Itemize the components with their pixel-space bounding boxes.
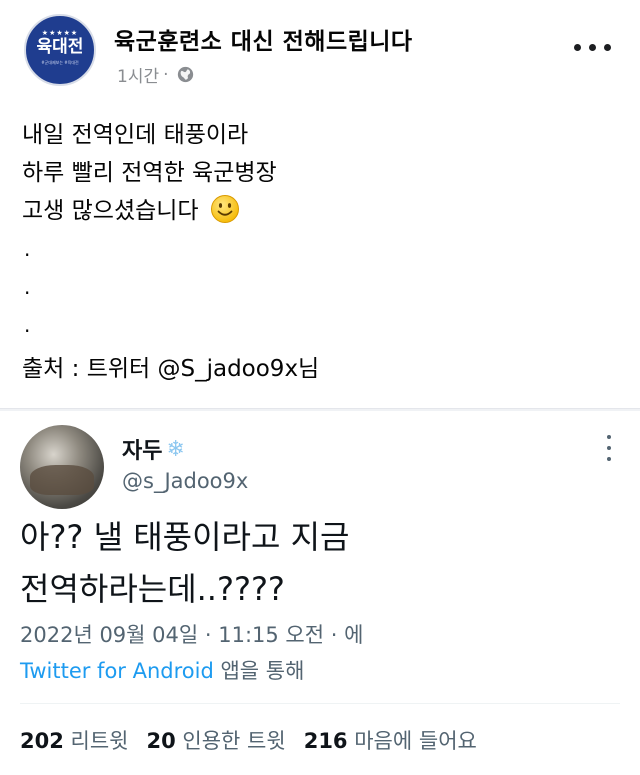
meta-separator: ·: [163, 64, 169, 85]
tweet-source: Twitter for Android 앱을 통해: [20, 655, 304, 685]
tweet-text-line: 아?? 낼 태풍이라고 지금: [20, 518, 350, 556]
tweet-more-icon[interactable]: [606, 435, 612, 461]
post-body-line-with-emoji: 고생 많으셨습니다: [22, 192, 622, 230]
smile-emoji-icon: [210, 195, 239, 223]
embedded-tweet[interactable]: 자두 ❄ @s_Jadoo9x 아?? 낼 태풍이라고 지금 전역하라는데..?…: [0, 408, 640, 775]
more-dot: [607, 446, 611, 450]
tweet-text-line: 전역하라는데..????: [20, 570, 285, 608]
likes-stat[interactable]: 216 마음에 들어요: [304, 725, 477, 755]
more-dot: [589, 43, 596, 51]
likes-count: 216: [303, 729, 348, 753]
tweet-avatar[interactable]: [20, 425, 104, 509]
page-avatar[interactable]: ★★★★★ 육대전 #군대제보는 #육대전: [24, 14, 96, 86]
dot-spacer: .: [24, 275, 31, 299]
post-body-line: 하루 빨리 전역한 육군병장: [22, 160, 277, 186]
retweet-label: 리트윗: [70, 729, 129, 753]
dot-spacer: .: [24, 313, 31, 337]
quote-label: 인용한 트윗: [182, 729, 286, 753]
more-dot: [604, 43, 611, 51]
tweet-display-name[interactable]: 자두 ❄: [122, 433, 185, 465]
post-header: ★★★★★ 육대전 #군대제보는 #육대전 육군훈련소 대신 전해드립니다 1시…: [0, 0, 640, 100]
more-dot: [574, 43, 581, 51]
quote-count: 20: [146, 729, 176, 753]
tweet-timestamp[interactable]: 2022년 09월 04일 · 11:15 오전 · 에: [20, 619, 363, 649]
tweet-content: 자두 ❄ @s_Jadoo9x 아?? 낼 태풍이라고 지금 전역하라는데..?…: [0, 411, 640, 775]
tweet-text: 아?? 낼 태풍이라고 지금 전역하라는데..????: [20, 511, 620, 615]
post-time[interactable]: 1시간: [117, 62, 159, 87]
likes-label: 마음에 들어요: [354, 729, 477, 753]
retweet-count: 202: [20, 729, 64, 753]
tweet-source-link[interactable]: Twitter for Android: [20, 659, 214, 683]
post-meta: 1시간 ·: [117, 62, 194, 87]
post-body-line: 내일 전역인데 태풍이라: [22, 122, 249, 148]
avatar-logo-text: 육대전: [36, 36, 84, 57]
source-credit: 출처 : 트위터 @S_jadoo9x님: [22, 356, 320, 382]
display-name-text: 자두: [122, 439, 163, 464]
more-options-icon[interactable]: [574, 40, 614, 54]
avatar-photo-detail: [30, 465, 94, 495]
tweet-stats: 202 리트윗 20 인용한 트윗 216 마음에 들어요: [20, 725, 477, 755]
post-body: 내일 전역인데 태풍이라 하루 빨리 전역한 육군병장 고생 많으셨습니다 . …: [22, 116, 622, 388]
tweet-handle[interactable]: @s_Jadoo9x: [122, 469, 248, 493]
quote-tweet-stat[interactable]: 20 인용한 트윗: [147, 725, 286, 755]
snowflake-icon: ❄: [166, 436, 185, 462]
avatar-subtext: #군대제보는 #육대전: [41, 59, 79, 65]
dot-spacer: .: [24, 237, 31, 261]
divider: [20, 703, 620, 704]
tweet-source-suffix: 앱을 통해: [213, 659, 305, 683]
avatar-stars: ★★★★★: [41, 28, 79, 37]
globe-icon: [177, 66, 193, 83]
retweet-stat[interactable]: 202 리트윗: [20, 725, 129, 755]
post-body-text: 고생 많으셨습니다: [22, 198, 199, 224]
more-dot: [607, 435, 611, 439]
more-dot: [607, 457, 611, 461]
page-name[interactable]: 육군훈련소 대신 전해드립니다: [114, 22, 413, 56]
